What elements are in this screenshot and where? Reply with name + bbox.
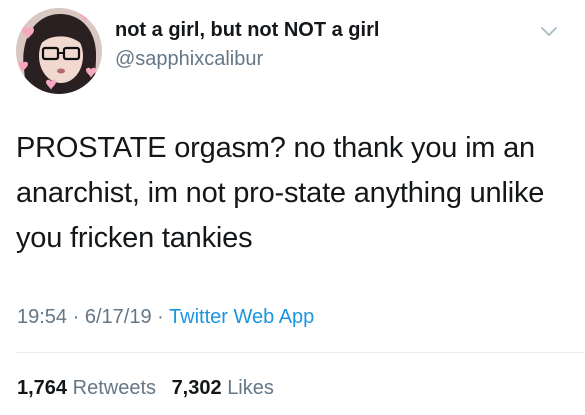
tweet-stats: 1,764 Retweets 7,302 Likes [17,377,284,400]
display-name[interactable]: not a girl, but not NOT a girl [115,19,379,42]
tweet-card: not a girl, but not NOT a girl @sapphixc… [0,0,585,415]
tweet-source-link[interactable]: Twitter Web App [169,306,314,328]
user-handle[interactable]: @sapphixcalibur [115,48,263,71]
meta-separator: · [157,306,164,328]
tweet-text: PROSTATE orgasm? no thank you im an anar… [16,132,545,254]
divider [16,352,585,353]
retweets-stat[interactable]: 1,764 Retweets [17,377,162,399]
retweets-count: 1,764 [17,377,68,399]
chevron-down-icon[interactable] [538,20,560,42]
tweet-date[interactable]: 6/17/19 [85,306,152,328]
likes-stat[interactable]: 7,302 Likes [172,377,274,399]
tweet-metadata: 19:54 · 6/17/19 · Twitter Web App [17,306,314,329]
meta-separator: · [72,306,80,328]
avatar[interactable] [16,8,102,94]
likes-label: Likes [227,377,274,399]
retweets-label: Retweets [72,377,156,399]
avatar-image [16,8,102,94]
likes-count: 7,302 [171,377,222,399]
tweet-time[interactable]: 19:54 [17,306,67,328]
